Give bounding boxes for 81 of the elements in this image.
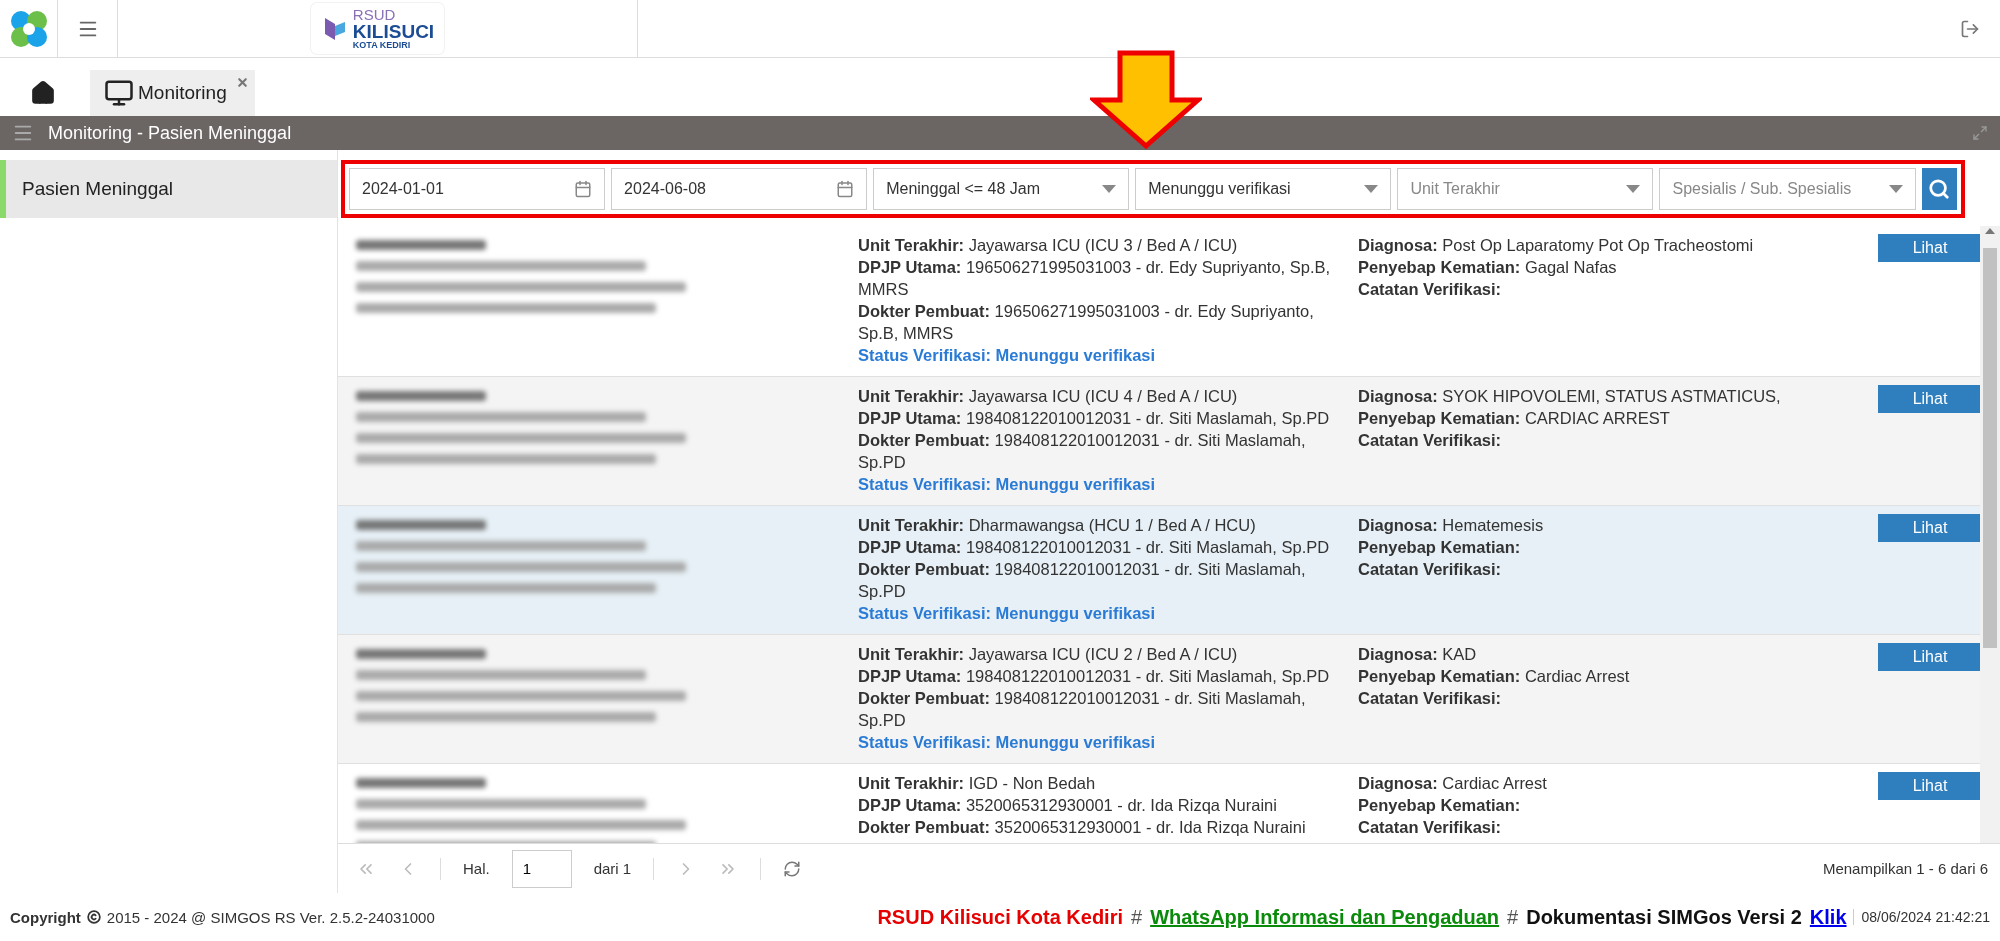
page-field[interactable]: 1	[511, 849, 572, 888]
detail-line: Penyebap Kematian: CARDIAC ARREST	[1358, 408, 1671, 429]
sidebar-item[interactable]: Pasien Meninggal	[0, 160, 337, 218]
detail-line: DPJP Utama: 198408122010012031 - dr. Siti Maslamah, Sp.PD	[858, 537, 1331, 558]
calendar-icon	[836, 180, 855, 198]
detail-line: DPJP Utama: 198408122010012031 - dr. Siti Maslamah, Sp.PD	[858, 408, 1331, 429]
search-button[interactable]	[1921, 168, 1957, 210]
view-button[interactable]: Lihat	[1878, 234, 1980, 262]
caret-icon	[1888, 185, 1903, 193]
detail-line: Diagnosa: Post Op Laparatomy Pot Op Tracheostomi	[1358, 235, 1755, 256]
detail-line: Penyebap Kematian:	[1358, 537, 1522, 558]
record-summary: Menampilkan 1 - 6 dari 6	[1822, 860, 1988, 877]
detail-line: Dokter Pembuat: 198408122010012031 - dr. Siti Maslamah, Sp.PD	[858, 430, 1307, 473]
status-line: Status Verifikasi: Menunggu verifikasi	[858, 345, 1157, 366]
detail-line: Unit Terakhir: Jayawarsa ICU (ICU 2 / Bed A / ICU)	[858, 644, 1239, 665]
copyright-text: 2015 - 2024 @ SIMGOS RS Ver. 2.5.2-24031000	[106, 908, 435, 926]
caret-icon	[1626, 185, 1641, 193]
ticker-text: #	[1131, 905, 1143, 929]
caret-icon	[1102, 185, 1117, 193]
dropdown[interactable]: Meninggal <= 48 Jam	[873, 168, 1130, 210]
ticker-link[interactable]: Klik	[1809, 905, 1847, 929]
view-button[interactable]: Lihat	[1878, 514, 1980, 542]
search-icon	[1928, 178, 1951, 200]
close-icon[interactable]	[235, 76, 249, 89]
page-count: dari 1	[593, 860, 632, 877]
view-button[interactable]: Lihat	[1878, 643, 1980, 671]
down-arrow-icon	[1090, 50, 1202, 150]
detail-line: Dokter Pembuat: 196506271995031003 - dr. Edy Supriyanto, Sp.B, MMRS	[858, 301, 1315, 344]
detail-line: DPJP Utama: 198408122010012031 - dr. Siti Maslamah, Sp.PD	[858, 666, 1331, 687]
copyright-label: Copyright	[10, 908, 81, 926]
detail-line: Penyebap Kematian: Cardiac Arrest	[1358, 666, 1631, 687]
detail-line: Catatan Verifikasi:	[1358, 430, 1503, 451]
detail-line: Unit Terakhir: IGD - Non Bedah	[858, 773, 1097, 794]
detail-line: Dokter Pembuat: 3520065312930001 - dr. Ida Rizqa Nuraini	[858, 817, 1307, 838]
detail-line: Diagnosa: Cardiac Arrest	[1358, 773, 1548, 794]
detail-line: DPJP Utama: 3520065312930001 - dr. Ida Rizqa Nuraini	[858, 795, 1278, 816]
hospital-logo: RSUD KILISUCI KOTA KEDIRI	[310, 3, 445, 54]
detail-line: Unit Terakhir: Jayawarsa ICU (ICU 3 / Bed A / ICU)	[858, 235, 1239, 256]
view-button[interactable]: Lihat	[1878, 385, 1980, 413]
status-line: Status Verifikasi: Menunggu verifikasi	[858, 474, 1157, 495]
detail-line: Diagnosa: KAD	[1358, 644, 1478, 665]
detail-line: Unit Terakhir: Dharmawangsa (HCU 1 / Bed A / HCU)	[858, 515, 1257, 536]
detail-line: Catatan Verifikasi:	[1358, 559, 1503, 580]
page-label: Hal.	[463, 860, 490, 877]
detail-line: Catatan Verifikasi:	[1358, 817, 1503, 838]
view-button[interactable]: Lihat	[1878, 772, 1980, 800]
home-icon	[30, 80, 56, 106]
detail-line: Diagnosa: Hematemesis	[1358, 515, 1545, 536]
scrollbar[interactable]	[1980, 226, 2000, 843]
date-field[interactable]: 2024-01-01	[349, 168, 606, 210]
dropdown[interactable]: Menunggu verifikasi	[1135, 168, 1392, 210]
calendar-icon	[574, 180, 593, 198]
dropdown[interactable]: Unit Terakhir	[1397, 168, 1654, 210]
ticker-text: #	[1507, 905, 1519, 929]
detail-line: Catatan Verifikasi:	[1358, 279, 1503, 300]
ticker-text: Dokumentasi SIMGos Versi 2	[1526, 905, 1802, 929]
ticker-link[interactable]: WhatsApp Informasi dan Pengaduan	[1150, 905, 1500, 929]
status-line: Status Verifikasi: Menunggu verifikasi	[858, 732, 1157, 753]
detail-line: Diagnosa: SYOK HIPOVOLEMI, STATUS ASTMATICUS,	[1358, 386, 1782, 407]
detail-line: Dokter Pembuat: 198408122010012031 - dr. Siti Maslamah, Sp.PD	[858, 688, 1307, 731]
caret-icon	[1364, 185, 1379, 193]
dropdown[interactable]: Spesialis / Sub. Spesialis	[1659, 168, 1916, 210]
status-line: Status Verifikasi: Menunggu verifikasi	[858, 603, 1157, 624]
detail-line: Catatan Verifikasi:	[1358, 688, 1503, 709]
logout-icon[interactable]	[1960, 18, 1980, 39]
scroll-up-icon[interactable]	[1985, 228, 1995, 234]
detail-line: Penyebap Kematian: Gagal Nafas	[1358, 257, 1618, 278]
monitor-icon	[104, 78, 134, 108]
expand-icon[interactable]	[1972, 125, 1988, 141]
monitoring-tab[interactable]: Monitoring	[90, 70, 255, 116]
detail-line: Unit Terakhir: Jayawarsa ICU (ICU 4 / Bed A / ICU)	[858, 386, 1239, 407]
detail-line: Dokter Pembuat: 198408122010012031 - dr. Siti Maslamah, Sp.PD	[858, 559, 1307, 602]
ticker-text: RSUD Kilisuci Kota Kediri	[877, 905, 1123, 929]
detail-line: Penyebap Kematian:	[1358, 795, 1522, 816]
refresh-icon[interactable]	[783, 859, 802, 878]
copyright-icon	[86, 910, 101, 924]
panel-title: Monitoring - Pasien Meninggal	[48, 122, 293, 144]
app-logo	[8, 8, 49, 49]
datetime: 08/06/2024 21:42:21	[1852, 909, 1990, 925]
date-field[interactable]: 2024-06-08	[611, 168, 868, 210]
detail-line: DPJP Utama: 196506271995031003 - dr. Edy Supriyanto, Sp.B, MMRS	[858, 257, 1332, 300]
